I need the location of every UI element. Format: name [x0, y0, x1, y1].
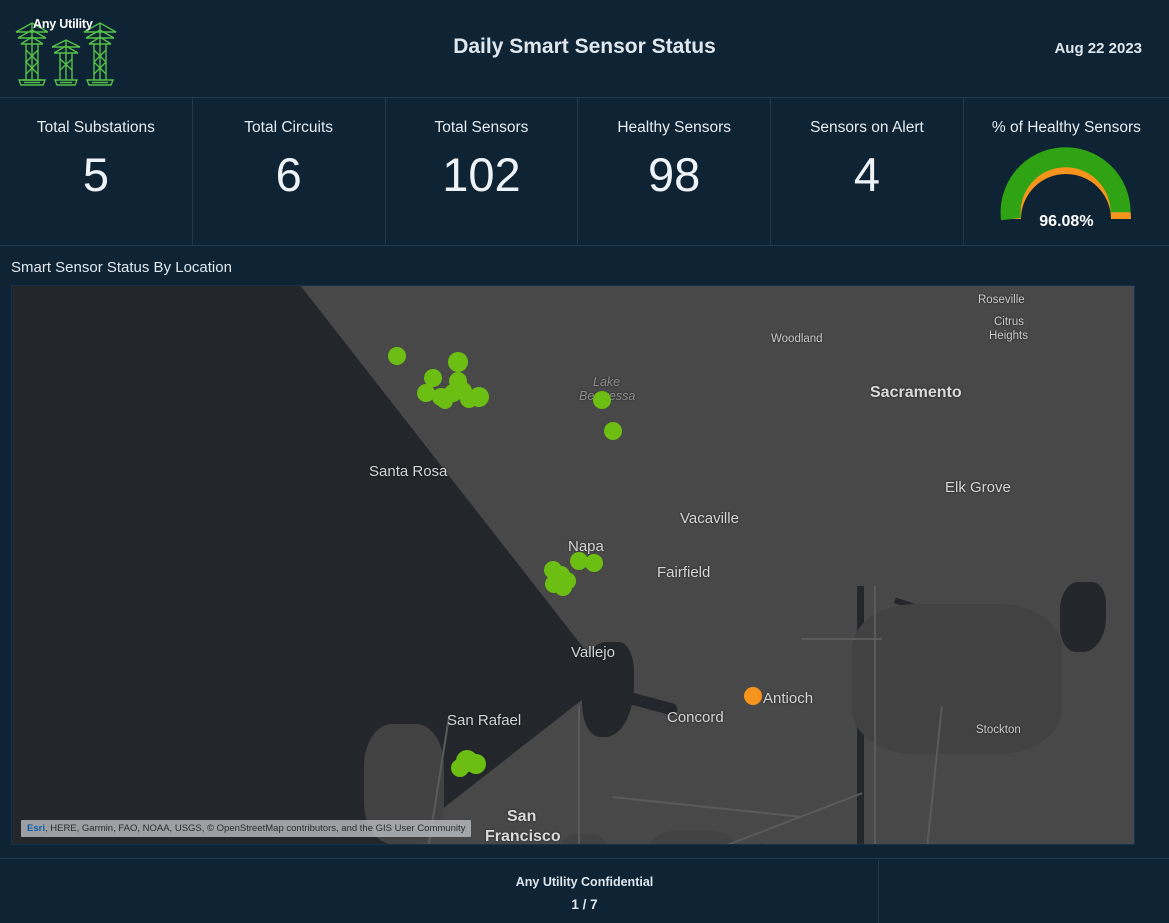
map-label-fairfield: Fairfield: [657, 564, 711, 581]
map-label-vallejo: Vallejo: [571, 644, 615, 661]
map-urban-napa: [560, 834, 608, 844]
sensor-marker-healthy[interactable]: [448, 352, 468, 372]
map-road-i5-north: [874, 586, 876, 844]
kpi-card-percent-healthy-sensors[interactable]: % of Healthy Sensors 96.08%: [964, 98, 1169, 245]
sensor-marker-healthy[interactable]: [388, 347, 406, 365]
map-road-hwy29: [578, 706, 580, 844]
kpi-label: % of Healthy Sensors: [991, 119, 1141, 136]
map-label-sacramento: Sacramento: [870, 384, 962, 401]
map-label-santa-rosa: Santa Rosa: [369, 463, 448, 480]
page-title: Daily Smart Sensor Status: [453, 35, 716, 58]
dashboard-header: Any Utility Daily Smart Sensor Status Au…: [0, 0, 1169, 98]
sensor-marker-healthy[interactable]: [466, 754, 486, 774]
map-panel-title: Smart Sensor Status By Location: [11, 259, 232, 276]
map-label-san: San: [507, 808, 537, 825]
map-label-heights: Heights: [989, 330, 1028, 342]
sensor-marker-healthy[interactable]: [585, 554, 603, 572]
sensor-marker-healthy[interactable]: [437, 393, 453, 409]
kpi-card-total-substations[interactable]: Total Substations 5: [0, 98, 193, 245]
sensor-marker-healthy[interactable]: [604, 422, 622, 440]
sensor-status-map[interactable]: Roseville Citrus Heights Woodland Sacramento…: [11, 285, 1135, 845]
kpi-card-healthy-sensors[interactable]: Healthy Sensors 98: [578, 98, 772, 245]
map-label-lake: Lake: [593, 375, 621, 389]
kpi-label: Healthy Sensors: [617, 119, 732, 136]
esri-link[interactable]: Esri: [27, 823, 45, 834]
map-label-stockton: Stockton: [976, 724, 1021, 736]
sensor-marker-healthy[interactable]: [593, 391, 611, 409]
map-label-concord: Concord: [667, 709, 724, 726]
sensor-marker-healthy[interactable]: [451, 759, 469, 777]
map-label-elk-grove: Elk Grove: [945, 479, 1011, 496]
kpi-value: 102: [442, 148, 521, 201]
map-panel: Smart Sensor Status By Location Rosevill…: [0, 246, 1169, 858]
healthy-percent-gauge: 96.08%: [986, 145, 1146, 237]
kpi-label: Total Substations: [36, 119, 155, 136]
kpi-card-total-sensors[interactable]: Total Sensors 102: [386, 98, 579, 245]
map-label-san-rafael: San Rafael: [447, 712, 522, 729]
kpi-card-total-circuits[interactable]: Total Circuits 6: [193, 98, 386, 245]
kpi-row: Total Substations 5 Total Circuits 6 Tot…: [0, 98, 1169, 246]
dashboard-footer: Any Utility Confidential 1 / 7: [0, 858, 1169, 923]
map-road-woodland-link: [802, 638, 882, 640]
report-date: Aug 22 2023: [1054, 40, 1142, 57]
attribution-text: , HERE, Garmin, FAO, NOAA, USGS, © OpenS…: [44, 823, 466, 834]
kpi-card-sensors-on-alert[interactable]: Sensors on Alert 4: [771, 98, 964, 245]
map-urban-sacramento: [852, 604, 1062, 754]
map-label-antioch: Antioch: [763, 690, 814, 707]
map-urban-fairfield: [648, 831, 738, 844]
map-water-folsom-lake: [1060, 582, 1106, 652]
map-label-woodland: Woodland: [771, 333, 823, 345]
kpi-label: Total Circuits: [244, 119, 333, 136]
logo-label: Any Utility: [33, 17, 93, 31]
kpi-label: Sensors on Alert: [810, 119, 924, 136]
map-label-roseville: Roseville: [978, 294, 1025, 306]
footer-divider: [878, 859, 879, 923]
map-label-francisco: Francisco: [485, 828, 561, 845]
map-label-vacaville: Vacaville: [680, 510, 739, 527]
map-attribution[interactable]: Esri, HERE, Garmin, FAO, NOAA, USGS, © O…: [21, 820, 472, 837]
page-number: 1 / 7: [571, 897, 598, 912]
map-label-citrus: Citrus: [994, 316, 1025, 328]
kpi-value: 98: [648, 148, 701, 201]
kpi-value: 6: [275, 148, 302, 201]
sensor-marker-healthy[interactable]: [469, 387, 489, 407]
sensor-marker-healthy[interactable]: [554, 578, 572, 596]
kpi-value: 5: [82, 148, 109, 201]
kpi-label: Total Sensors: [434, 119, 529, 136]
gauge-value-label: 96.08%: [1039, 213, 1094, 230]
sensor-marker-alert[interactable]: [744, 687, 762, 705]
confidential-notice: Any Utility Confidential: [515, 875, 654, 889]
map-road-hwy12: [612, 796, 802, 818]
kpi-value: 4: [853, 148, 881, 201]
